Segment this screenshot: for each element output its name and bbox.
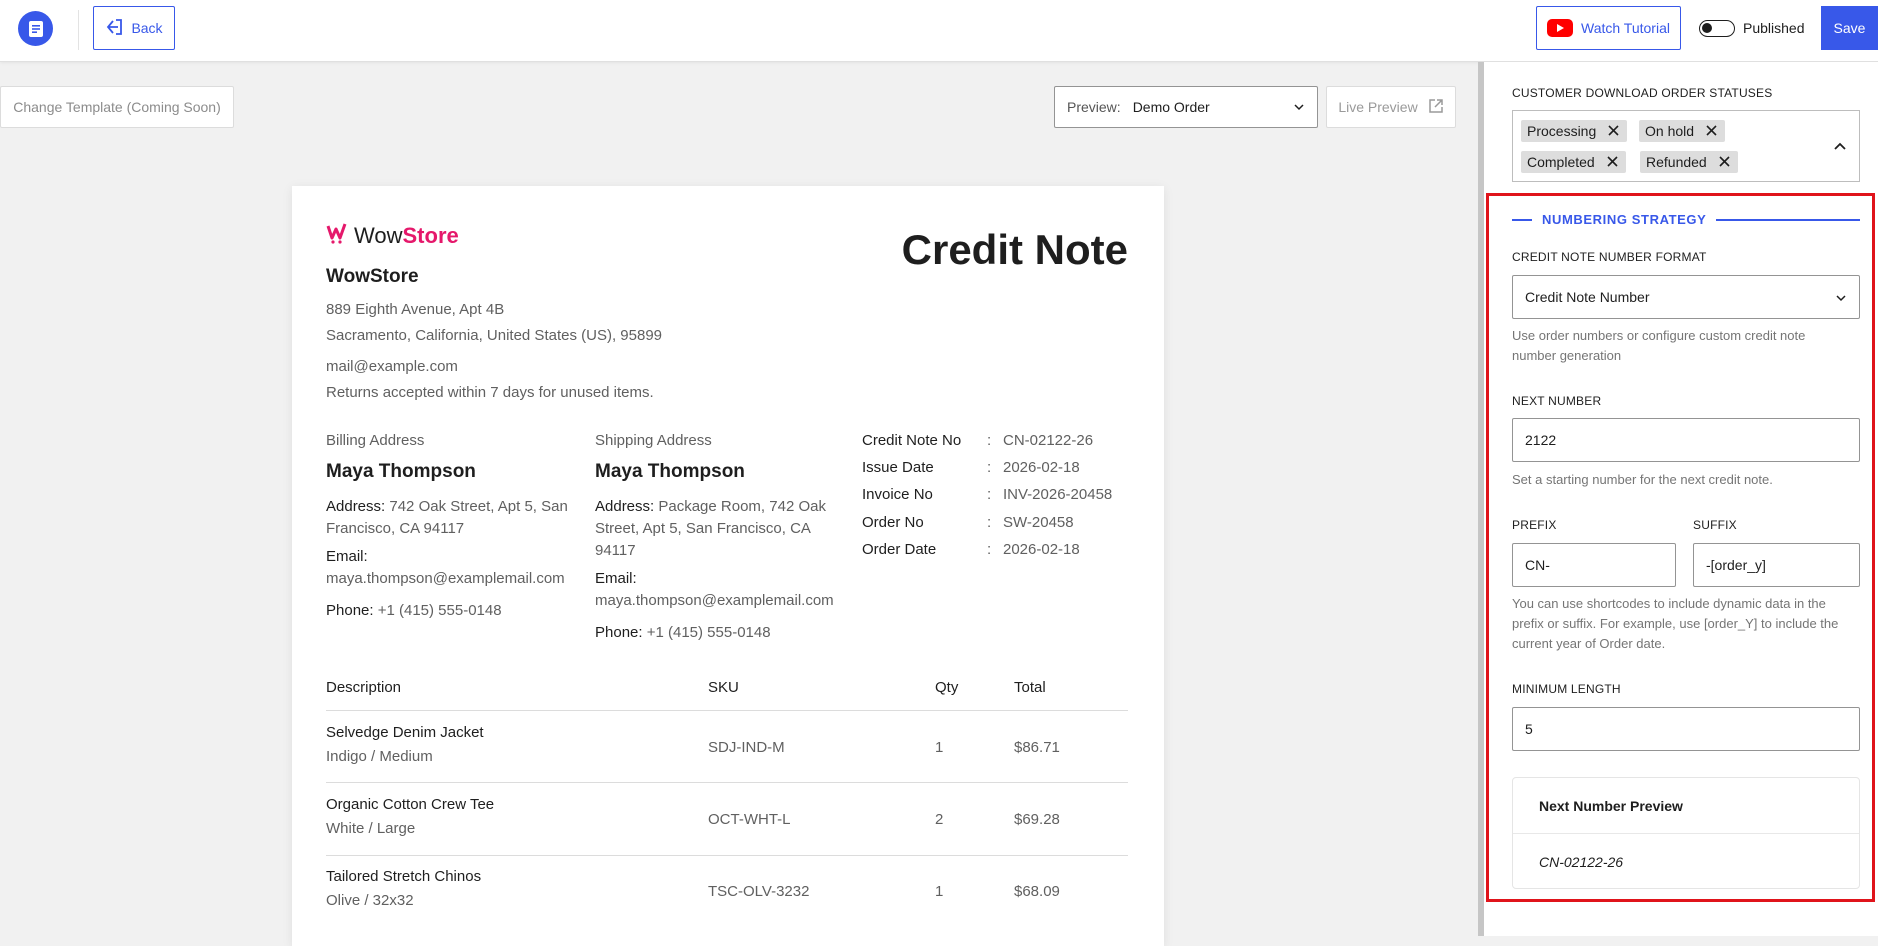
table-header-total: Total (1014, 679, 1046, 696)
store-email: mail@example.com (326, 358, 458, 375)
meta-order-date: Order Date:2026-02-18 (862, 541, 1080, 558)
status-chip-on-hold[interactable]: On hold (1639, 120, 1726, 142)
save-button[interactable]: Save (1821, 6, 1878, 50)
meta-credit-note-no: Credit Note No: CN-02122-26 (862, 432, 1094, 449)
preview-select-label: Preview: (1067, 99, 1121, 115)
brand-logo: WowStore (326, 222, 459, 250)
table-header-sku: SKU (708, 679, 739, 696)
table-divider (326, 855, 1128, 856)
shipping-phone: Phone: +1 (415) 555-0148 (595, 624, 771, 641)
header-divider (78, 10, 79, 50)
close-icon[interactable] (1607, 154, 1618, 170)
preview-order-select[interactable]: Preview: Demo Order (1054, 86, 1318, 128)
credit-note-document: WowStore Credit Note WowStore 889 Eighth… (292, 186, 1164, 946)
shipping-email: Email: maya.thompson@examplemail.com (595, 570, 834, 609)
live-preview-label: Live Preview (1338, 99, 1418, 115)
change-template-button[interactable]: Change Template (Coming Soon) (0, 86, 234, 128)
shipping-heading: Shipping Address (595, 432, 712, 449)
watch-tutorial-button[interactable]: Watch Tutorial (1536, 6, 1681, 50)
returns-note: Returns accepted within 7 days for unuse… (326, 384, 654, 401)
brand-mark-icon (326, 222, 348, 250)
store-name: WowStore (326, 266, 419, 287)
app-logo-icon[interactable] (18, 11, 53, 46)
brand-wow: Wow (354, 223, 403, 248)
preview-select-value: Demo Order (1132, 99, 1210, 115)
youtube-icon (1547, 19, 1574, 37)
external-link-icon (1428, 98, 1444, 117)
brand-store: Store (402, 223, 459, 248)
document-title: Credit Note (901, 226, 1128, 273)
table-header-description: Description (326, 679, 402, 696)
chevron-up-icon[interactable] (1833, 139, 1847, 158)
status-chip-processing[interactable]: Processing (1521, 120, 1628, 142)
back-button-label: Back (131, 20, 163, 36)
back-button[interactable]: Back (93, 6, 175, 50)
store-address-line1: 889 Eighth Avenue, Apt 4B (326, 301, 505, 318)
order-statuses-multiselect[interactable]: Processing On hold Completed Refunded (1512, 110, 1860, 182)
table-divider (326, 710, 1128, 711)
status-chip-refunded[interactable]: Refunded (1640, 151, 1738, 173)
table-divider (326, 782, 1128, 783)
close-icon[interactable] (1706, 123, 1717, 139)
close-icon[interactable] (1719, 154, 1730, 170)
top-bar: Back Watch Tutorial Published Save (0, 0, 1878, 62)
billing-email: Email: maya.thompson@examplemail.com (326, 548, 565, 587)
billing-address: Address: 742 Oak Street, Apt 5, San Fran… (326, 498, 568, 537)
shipping-address: Address: Package Room, 742 Oak Street, A… (595, 498, 826, 559)
status-chip-completed[interactable]: Completed (1521, 151, 1626, 173)
statuses-label: CUSTOMER DOWNLOAD ORDER STATUSES (1512, 86, 1773, 100)
billing-phone: Phone: +1 (415) 555-0148 (326, 602, 502, 619)
watch-tutorial-label: Watch Tutorial (1581, 20, 1670, 36)
billing-heading: Billing Address (326, 432, 425, 449)
meta-issue-date: Issue Date:2026-02-18 (862, 459, 1080, 476)
published-toggle[interactable] (1699, 20, 1735, 37)
published-label: Published (1743, 20, 1805, 36)
live-preview-button[interactable]: Live Preview (1326, 86, 1456, 128)
close-icon[interactable] (1608, 123, 1619, 139)
back-arrow-icon (105, 18, 123, 38)
store-address-line2: Sacramento, California, United States (U… (326, 327, 662, 344)
table-header-qty: Qty (935, 679, 959, 696)
chevron-down-icon (1293, 100, 1305, 116)
meta-invoice-no: Invoice No: INV-2026-20458 (862, 486, 1113, 503)
meta-order-no: Order No: SW-20458 (862, 514, 1074, 531)
shipping-name: Maya Thompson (595, 461, 745, 482)
billing-name: Maya Thompson (326, 461, 476, 482)
numbering-strategy-highlight (1486, 193, 1875, 902)
